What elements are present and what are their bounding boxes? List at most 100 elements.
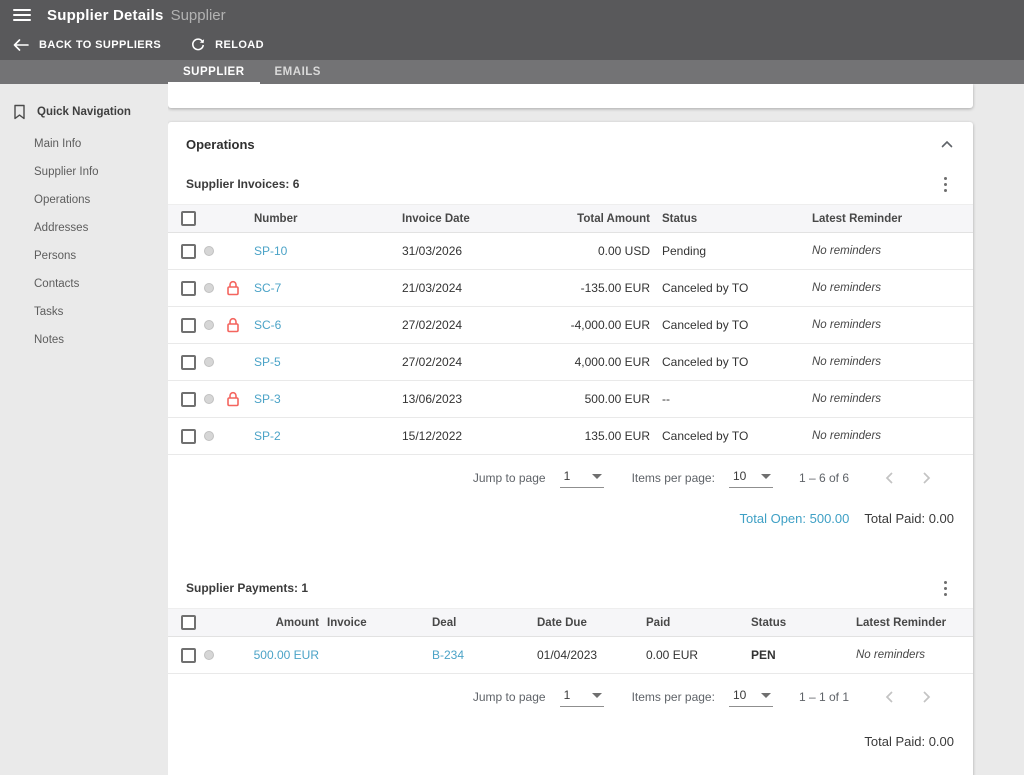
sidebar-item-notes[interactable]: Notes bbox=[0, 326, 168, 354]
deal-link[interactable]: B-234 bbox=[432, 648, 464, 662]
back-to-suppliers-button[interactable]: BACK TO SUPPLIERS bbox=[13, 39, 161, 51]
status-dot-icon bbox=[204, 431, 214, 441]
total-amount-cell: -4,000.00 EUR bbox=[570, 318, 650, 332]
invoice-date-cell: 27/02/2024 bbox=[402, 355, 463, 369]
status-cell: Canceled by TO bbox=[662, 281, 749, 295]
row-checkbox[interactable] bbox=[181, 317, 196, 333]
payments-more-options-icon[interactable] bbox=[938, 578, 953, 599]
invoices-table-body: SP-10 31/03/2026 0.00 USD Pending No rem… bbox=[168, 233, 973, 455]
row-checkbox[interactable] bbox=[181, 354, 196, 370]
lock-icon bbox=[226, 317, 240, 333]
tab-supplier[interactable]: SUPPLIER bbox=[168, 60, 260, 84]
operations-card: Operations Supplier Invoices: 6 Number I… bbox=[168, 122, 973, 775]
next-page-button[interactable] bbox=[915, 468, 939, 488]
payments-count-label: Supplier Payments: 1 bbox=[186, 581, 309, 595]
payment-amount-link[interactable]: 500.00 EUR bbox=[254, 648, 319, 662]
page-subtitle: Supplier bbox=[170, 6, 226, 24]
column-status: Status bbox=[662, 212, 698, 225]
row-checkbox[interactable] bbox=[181, 647, 196, 663]
column-invoice-date: Invoice Date bbox=[402, 212, 470, 225]
sidebar-item-tasks[interactable]: Tasks bbox=[0, 298, 168, 326]
payments-select-all-checkbox[interactable] bbox=[181, 615, 196, 630]
sidebar-item-addresses[interactable]: Addresses bbox=[0, 214, 168, 242]
next-page-button[interactable] bbox=[915, 687, 939, 707]
row-checkbox[interactable] bbox=[181, 280, 196, 296]
items-per-page-select[interactable]: 10 bbox=[728, 468, 773, 488]
latest-reminder-cell: No reminders bbox=[812, 282, 882, 294]
total-amount-cell: 135.00 EUR bbox=[584, 429, 650, 443]
column-total-amount: Total Amount bbox=[577, 212, 650, 225]
previous-card-bottom bbox=[168, 84, 973, 108]
invoice-date-cell: 13/06/2023 bbox=[402, 392, 463, 406]
latest-reminder-cell: No reminders bbox=[812, 393, 882, 405]
row-checkbox[interactable] bbox=[181, 391, 196, 407]
sidebar-item-supplier-info[interactable]: Supplier Info bbox=[0, 158, 168, 186]
quick-navigation-list: Main Info Supplier Info Operations Addre… bbox=[0, 130, 168, 354]
invoice-number-link[interactable]: SP-5 bbox=[254, 355, 281, 369]
jump-to-page-select[interactable]: 1 bbox=[559, 468, 604, 488]
status-cell: Canceled by TO bbox=[662, 318, 749, 332]
payments-table-header: Amount Invoice Deal Date Due Paid Status… bbox=[168, 608, 973, 637]
latest-reminder-cell: No reminders bbox=[812, 356, 882, 368]
previous-page-button[interactable] bbox=[877, 468, 901, 488]
payments-table-body: 500.00 EUR B-234 01/04/2023 0.00 EUR PEN… bbox=[168, 637, 973, 674]
column-deal: Deal bbox=[432, 616, 457, 629]
row-checkbox[interactable] bbox=[181, 243, 196, 259]
invoice-date-cell: 27/02/2024 bbox=[402, 318, 463, 332]
items-per-page-label: Items per page: bbox=[631, 690, 715, 704]
invoice-row-sc-6: SC-6 27/02/2024 -4,000.00 EUR Canceled b… bbox=[168, 307, 973, 344]
invoices-more-options-icon[interactable] bbox=[938, 174, 953, 195]
items-per-page-select[interactable]: 10 bbox=[728, 687, 773, 707]
tab-emails[interactable]: EMAILS bbox=[260, 60, 336, 84]
items-per-page-label: Items per page: bbox=[631, 471, 715, 485]
bookmark-icon bbox=[13, 104, 26, 120]
column-amount: Amount bbox=[275, 616, 319, 629]
operations-title: Operations bbox=[186, 136, 255, 152]
invoice-number-link[interactable]: SP-10 bbox=[254, 244, 287, 258]
sidebar-item-persons[interactable]: Persons bbox=[0, 242, 168, 270]
row-checkbox[interactable] bbox=[181, 428, 196, 444]
date-due-cell: 01/04/2023 bbox=[537, 648, 598, 662]
invoices-pagination: Jump to page 1 Items per page: 10 1 – 6 … bbox=[168, 455, 973, 501]
latest-reminder-cell: No reminders bbox=[812, 245, 882, 257]
quick-navigation-header: Quick Navigation bbox=[0, 94, 168, 130]
invoice-number-link[interactable]: SC-7 bbox=[254, 281, 281, 295]
invoice-date-cell: 31/03/2026 bbox=[402, 244, 463, 258]
page-title: Supplier Details bbox=[47, 6, 164, 24]
menu-icon[interactable] bbox=[13, 9, 31, 21]
column-status: Status bbox=[751, 616, 787, 629]
status-cell: Canceled by TO bbox=[662, 355, 749, 369]
sidebar-item-main-info[interactable]: Main Info bbox=[0, 130, 168, 158]
status-dot-icon bbox=[204, 357, 214, 367]
invoices-count-label: Supplier Invoices: 6 bbox=[186, 177, 300, 191]
collapse-section-button[interactable] bbox=[941, 140, 953, 148]
jump-to-page-select[interactable]: 1 bbox=[559, 687, 604, 707]
invoice-row-sp-3: SP-3 13/06/2023 500.00 EUR -- No reminde… bbox=[168, 381, 973, 418]
back-arrow-icon bbox=[13, 39, 29, 51]
sidebar-item-contacts[interactable]: Contacts bbox=[0, 270, 168, 298]
page-range-label: 1 – 6 of 6 bbox=[798, 471, 849, 485]
total-amount-cell: 4,000.00 EUR bbox=[574, 355, 650, 369]
payments-totals: Total Paid: 0.00 bbox=[168, 720, 973, 769]
sidebar-item-operations[interactable]: Operations bbox=[0, 186, 168, 214]
status-dot-icon bbox=[204, 394, 214, 404]
total-open-label: Total Open: 500.00 bbox=[739, 511, 850, 526]
reload-button[interactable]: RELOAD bbox=[191, 38, 264, 52]
invoice-number-link[interactable]: SC-6 bbox=[254, 318, 281, 332]
invoices-select-all-checkbox[interactable] bbox=[181, 211, 196, 226]
invoice-number-link[interactable]: SP-3 bbox=[254, 392, 281, 406]
previous-page-button[interactable] bbox=[877, 687, 901, 707]
invoices-table-header: Number Invoice Date Total Amount Status … bbox=[168, 204, 973, 233]
lock-icon bbox=[226, 391, 240, 407]
total-paid-label: Total Paid: 0.00 bbox=[864, 511, 954, 526]
total-paid-label: Total Paid: 0.00 bbox=[864, 734, 954, 749]
total-amount-cell: 0.00 USD bbox=[597, 244, 650, 258]
invoice-number-link[interactable]: SP-2 bbox=[254, 429, 281, 443]
supplier-invoices-section: Supplier Invoices: 6 Number Invoice Date… bbox=[168, 164, 973, 544]
operations-header: Operations bbox=[168, 122, 973, 164]
latest-reminder-cell: No reminders bbox=[812, 319, 882, 331]
status-dot-icon bbox=[204, 246, 214, 256]
status-dot-icon bbox=[204, 650, 214, 660]
main-area: Quick Navigation Main Info Supplier Info… bbox=[0, 84, 1024, 775]
invoice-row-sp-10: SP-10 31/03/2026 0.00 USD Pending No rem… bbox=[168, 233, 973, 270]
